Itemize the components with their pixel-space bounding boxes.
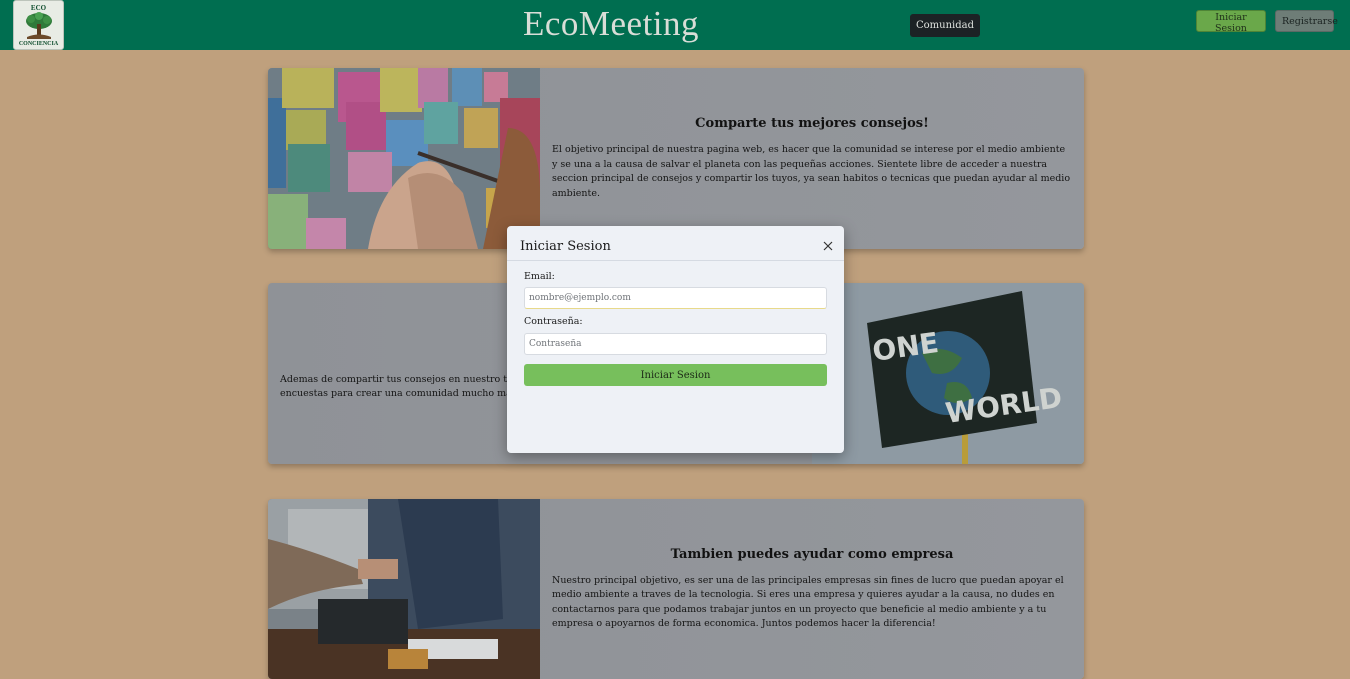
card-body: Nuestro principal objetivo, es ser una d…	[552, 574, 1064, 630]
modal-title: Iniciar Sesion	[520, 239, 611, 254]
password-label: Contraseña:	[524, 316, 583, 327]
top-navbar: ECO CONCIENCIA EcoMeeting Comunidad Inic…	[0, 0, 1350, 50]
card-empresa: Tambien puedes ayudar como empresa Nuest…	[268, 499, 1084, 679]
email-label: Email:	[524, 271, 555, 282]
card-consejos: Comparte tus mejores consejos! El objeti…	[268, 68, 1084, 249]
card-title: Comparte tus mejores consejos!	[695, 116, 929, 131]
card-image-one-world-sign: ONE WORLD	[812, 283, 1084, 464]
nav-comunidad-button[interactable]: Comunidad	[910, 14, 980, 37]
card-text: Comparte tus mejores consejos! El objeti…	[540, 68, 1084, 249]
login-modal: Iniciar Sesion Email: Contraseña: Inicia…	[507, 226, 844, 453]
site-title: EcoMeeting	[522, 4, 700, 43]
close-icon	[823, 241, 833, 251]
card-title: Tambien puedes ayudar como empresa	[670, 546, 954, 562]
password-field[interactable]	[524, 333, 827, 355]
header-login-button[interactable]: Iniciar Sesion	[1196, 10, 1266, 34]
card-text: Tambien puedes ayudar como empresa Nuest…	[540, 499, 1084, 679]
card-body: El objetivo principal de nuestra pagina …	[552, 144, 1071, 199]
modal-header: Iniciar Sesion	[507, 226, 844, 261]
card-image-sticky-notes	[268, 68, 540, 249]
close-button[interactable]	[820, 238, 836, 254]
card-image-handshake	[268, 499, 540, 679]
login-submit-button[interactable]: Iniciar Sesion	[524, 364, 827, 386]
email-field[interactable]	[524, 287, 827, 309]
header-register-button[interactable]: Registrarse	[1275, 10, 1338, 32]
